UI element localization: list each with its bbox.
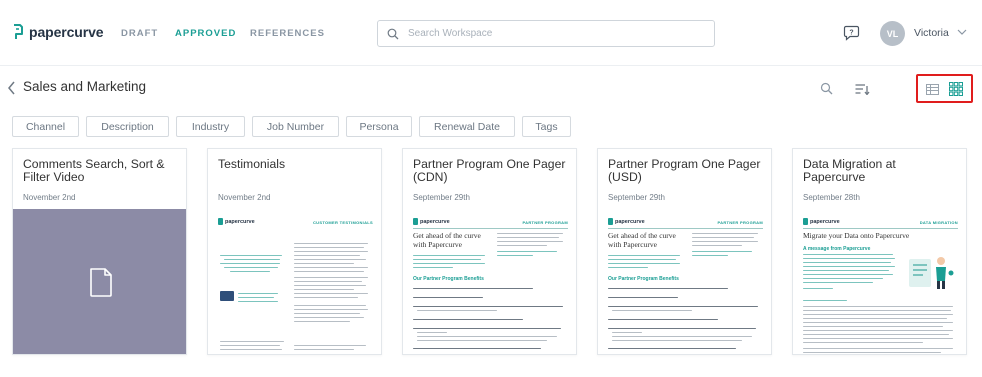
top-navigation-bar: papercurve DRAFT APPROVED REFERENCES ? V… bbox=[0, 0, 982, 66]
doc-category-tag: DATA MIGRATION bbox=[919, 220, 958, 225]
tab-draft[interactable]: DRAFT bbox=[121, 28, 158, 39]
papercurve-logo: papercurve bbox=[218, 218, 255, 225]
user-avatar[interactable]: VL bbox=[880, 21, 905, 46]
brand-name: papercurve bbox=[29, 24, 104, 40]
grid-view-icon bbox=[949, 82, 963, 96]
card-date: September 28th bbox=[803, 193, 860, 202]
svg-text:?: ? bbox=[849, 30, 853, 37]
card-title: Data Migration at Papercurve bbox=[803, 157, 896, 184]
doc-category-tag: CUSTOMER TESTIMONIALS bbox=[312, 220, 373, 225]
tab-approved[interactable]: APPROVED bbox=[175, 28, 236, 39]
search-input[interactable] bbox=[408, 28, 698, 39]
doc-logo-text: papercurve bbox=[225, 218, 255, 225]
papercurve-logo[interactable]: papercurve bbox=[12, 22, 104, 42]
card-preview: papercurve DATA MIGRATION Migrate your D… bbox=[793, 209, 966, 354]
tab-references[interactable]: REFERENCES bbox=[250, 28, 325, 39]
card-preview bbox=[13, 209, 186, 354]
document-card[interactable]: Comments Search, Sort & Filter Video Nov… bbox=[12, 148, 187, 355]
filter-chip-channel[interactable]: Channel bbox=[12, 116, 79, 137]
papercurve-logo: papercurve bbox=[803, 218, 840, 225]
papercurve-logo: papercurve bbox=[608, 218, 645, 225]
card-preview: papercurve CUSTOMER TESTIMONIALS bbox=[208, 209, 381, 354]
papercurve-logo-icon bbox=[14, 23, 23, 39]
workspace-search[interactable] bbox=[377, 20, 715, 47]
doc-heading: Migrate your Data onto Papercurve bbox=[803, 231, 910, 240]
file-icon bbox=[89, 268, 112, 297]
doc-category-tag: PARTNER PROGRAM bbox=[522, 220, 568, 225]
document-card[interactable]: Partner Program One Pager (CDN) Septembe… bbox=[402, 148, 577, 355]
filter-chip-renewal-date[interactable]: Renewal Date bbox=[419, 116, 515, 137]
card-date: November 2nd bbox=[23, 193, 76, 202]
card-title: Partner Program One Pager (USD) bbox=[608, 157, 761, 184]
doc-logo-text: papercurve bbox=[420, 218, 450, 225]
card-date: September 29th bbox=[413, 193, 470, 202]
doc-logo-text: papercurve bbox=[615, 218, 645, 225]
list-view-icon bbox=[925, 83, 939, 95]
view-toggle bbox=[916, 74, 973, 103]
sort-icon[interactable] bbox=[855, 83, 870, 95]
doc-logo-text: papercurve bbox=[810, 218, 840, 225]
card-date: September 29th bbox=[608, 193, 665, 202]
document-card[interactable]: Partner Program One Pager (USD) Septembe… bbox=[597, 148, 772, 355]
doc-heading: Get ahead of the curve with Papercurve bbox=[413, 231, 481, 249]
chevron-down-icon[interactable] bbox=[957, 28, 967, 36]
filter-chip-industry[interactable]: Industry bbox=[176, 116, 245, 137]
filter-chip-job-number[interactable]: Job Number bbox=[252, 116, 339, 137]
filter-chip-description[interactable]: Description bbox=[86, 116, 169, 137]
user-name[interactable]: Victoria bbox=[914, 27, 949, 39]
card-title: Comments Search, Sort & Filter Video bbox=[23, 157, 165, 184]
card-title: Partner Program One Pager (CDN) bbox=[413, 157, 566, 184]
doc-heading: Get ahead of the curve with Papercurve bbox=[608, 231, 676, 249]
document-card[interactable]: Testimonials November 2nd papercurve CUS… bbox=[207, 148, 382, 355]
filter-chip-persona[interactable]: Persona bbox=[346, 116, 412, 137]
doc-category-tag: PARTNER PROGRAM bbox=[717, 220, 763, 225]
list-view-button[interactable] bbox=[922, 80, 942, 98]
search-icon bbox=[387, 28, 399, 39]
grid-view-button[interactable] bbox=[946, 80, 966, 98]
card-title: Testimonials bbox=[218, 157, 286, 171]
document-card[interactable]: Data Migration at Papercurve September 2… bbox=[792, 148, 967, 355]
back-chevron-icon[interactable] bbox=[7, 81, 16, 95]
filter-chip-tags[interactable]: Tags bbox=[522, 116, 571, 137]
doc-subheading: A message from Papercurve bbox=[803, 246, 871, 252]
card-preview: papercurve PARTNER PROGRAM Get ahead of … bbox=[403, 209, 576, 354]
illustration-icon bbox=[909, 257, 954, 289]
search-icon[interactable] bbox=[820, 82, 833, 95]
papercurve-logo: papercurve bbox=[413, 218, 450, 225]
doc-subheading: Our Partner Program Benefits bbox=[413, 276, 484, 282]
card-date: November 2nd bbox=[218, 193, 271, 202]
chat-icon[interactable]: ? bbox=[843, 24, 860, 41]
doc-subheading: Our Partner Program Benefits bbox=[608, 276, 679, 282]
page-title: Sales and Marketing bbox=[23, 79, 147, 94]
card-preview: papercurve PARTNER PROGRAM Get ahead of … bbox=[598, 209, 771, 354]
